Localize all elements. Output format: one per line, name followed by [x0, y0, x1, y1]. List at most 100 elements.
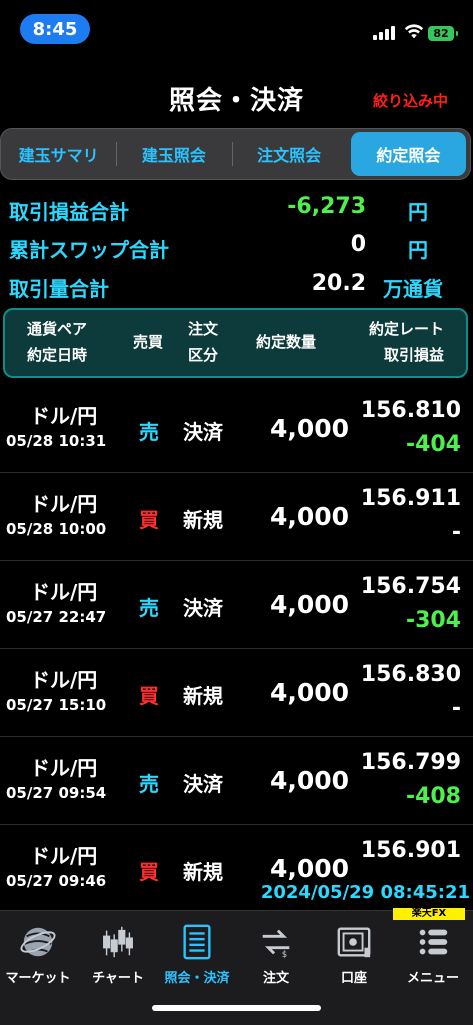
tab-execution-inquiry[interactable]: 約定照会 [350, 132, 466, 176]
row-rate: 156.810 [360, 398, 461, 423]
nav-inquiry-settlement[interactable]: 照会・決済 [157, 919, 237, 991]
summary-value: 20.2 [311, 271, 366, 296]
row-datetime: 05/27 15:10 [6, 696, 107, 714]
row-type: 決済 [183, 772, 223, 796]
row-side: 売 [139, 772, 159, 796]
summary-volume: 取引量合計 20.2 万通貨 [0, 269, 473, 305]
row-datetime: 05/27 09:54 [6, 784, 107, 802]
row-pair: ドル/円 [30, 492, 98, 516]
summary-label: 取引損益合計 [9, 200, 129, 224]
row-rate: 156.830 [360, 662, 461, 687]
col-pair: 通貨ペア [27, 320, 88, 338]
row-pl: -404 [405, 432, 461, 457]
status-bar: 8:45 82 [0, 0, 473, 60]
row-qty: 4,000 [270, 502, 350, 531]
summary-value: 0 [350, 232, 366, 257]
nav-account[interactable]: 口座 [314, 919, 394, 991]
filter-button[interactable]: 絞り込み中 [373, 90, 448, 111]
row-pair: ドル/円 [30, 844, 98, 868]
summary-label: 累計スワップ合計 [9, 238, 169, 262]
row-type: 決済 [183, 420, 223, 444]
row-side: 売 [139, 420, 159, 444]
row-datetime: 05/28 10:00 [6, 520, 107, 538]
row-side: 買 [139, 860, 159, 884]
candlestick-icon [103, 926, 133, 958]
row-pair: ドル/円 [30, 668, 98, 692]
row-datetime: 05/27 09:46 [6, 872, 107, 890]
status-time: 8:45 [20, 14, 90, 44]
nav-label: 照会・決済 [164, 971, 230, 986]
document-list-icon [183, 924, 211, 960]
summary-swap: 累計スワップ合計 0 円 [0, 230, 473, 266]
col-side: 売買 [133, 333, 164, 351]
nav-label: メニュー [406, 971, 459, 986]
col-order-type-2: 区分 [188, 346, 219, 364]
wifi-icon [404, 24, 424, 39]
menu-icon [419, 929, 448, 955]
row-pair: ドル/円 [30, 580, 98, 604]
row-rate: 156.901 [360, 838, 461, 863]
row-qty: 4,000 [270, 854, 350, 883]
nav-menu[interactable]: メニュー [393, 919, 473, 991]
row-rate: 156.799 [360, 750, 461, 775]
row-pl: -408 [405, 784, 461, 809]
nav-label: マーケット [5, 971, 71, 986]
tab-position-inquiry[interactable]: 建玉照会 [116, 132, 231, 176]
tab-position-summary[interactable]: 建玉サマリ [1, 132, 116, 176]
row-type: 新規 [183, 860, 223, 884]
row-datetime: 05/27 22:47 [6, 608, 107, 626]
svg-text:$: $ [282, 950, 287, 960]
row-pair: ドル/円 [30, 756, 98, 780]
row-pl: - [451, 520, 461, 545]
row-side: 買 [139, 684, 159, 708]
table-row[interactable]: ドル/円 05/28 10:31 売 決済 4,000 156.810 -404 [0, 386, 473, 473]
safe-icon [337, 927, 371, 958]
summary-value: -6,273 [287, 194, 366, 219]
tab-order-inquiry[interactable]: 注文照会 [231, 132, 347, 176]
globe-icon [20, 927, 56, 957]
table-header: 通貨ペア 約定日時 売買 注文 区分 約定数量 約定レート 取引損益 [3, 308, 468, 378]
home-indicator[interactable] [152, 1005, 321, 1011]
header: 照会・決済 絞り込み中 [0, 70, 473, 122]
col-datetime: 約定日時 [27, 346, 88, 364]
summary-unit: 円 [408, 200, 428, 224]
table-row[interactable]: ドル/円 05/27 09:54 売 決済 4,000 156.799 -408 [0, 738, 473, 825]
summary-unit: 万通貨 [383, 277, 443, 301]
row-datetime: 05/28 10:31 [6, 432, 107, 450]
nav-market[interactable]: マーケット [0, 919, 78, 991]
col-rate: 約定レート [368, 320, 444, 338]
summary-profit-loss: 取引損益合計 -6,273 円 [0, 192, 473, 228]
battery-icon: 82 [428, 26, 458, 41]
row-side: 買 [139, 508, 159, 532]
tab-bar: 建玉サマリ 建玉照会 注文照会 約定照会 [0, 128, 471, 180]
nav-label: 口座 [340, 971, 367, 986]
row-qty: 4,000 [270, 414, 350, 443]
row-qty: 4,000 [270, 590, 350, 619]
row-side: 売 [139, 596, 159, 620]
table-row[interactable]: ドル/円 05/27 22:47 売 決済 4,000 156.754 -304 [0, 562, 473, 649]
row-type: 決済 [183, 596, 223, 620]
row-rate: 156.911 [360, 486, 461, 511]
table-row[interactable]: ドル/円 05/27 15:10 買 新規 4,000 156.830 - [0, 650, 473, 737]
col-qty: 約定数量 [256, 333, 317, 351]
nav-label: 注文 [262, 971, 289, 986]
row-pl: - [451, 696, 461, 721]
row-pair: ドル/円 [30, 404, 98, 428]
row-type: 新規 [183, 684, 223, 708]
summary-label: 取引量合計 [9, 277, 109, 301]
summary-unit: 円 [408, 238, 428, 262]
update-timestamp: 2024/05/29 08:45:21 [256, 880, 470, 906]
col-order-type-1: 注文 [188, 320, 219, 338]
signal-icon [373, 24, 399, 40]
nav-order[interactable]: $ 注文 [236, 919, 316, 991]
row-qty: 4,000 [270, 766, 350, 795]
nav-label: チャート [92, 971, 144, 986]
row-qty: 4,000 [270, 678, 350, 707]
col-pl: 取引損益 [383, 346, 444, 364]
exchange-icon: $ [262, 929, 290, 960]
nav-chart[interactable]: チャート [78, 919, 158, 991]
brand-logo: 楽天FX [393, 908, 465, 920]
row-rate: 156.754 [360, 574, 461, 599]
row-type: 新規 [183, 508, 223, 532]
table-row[interactable]: ドル/円 05/28 10:00 買 新規 4,000 156.911 - [0, 474, 473, 561]
